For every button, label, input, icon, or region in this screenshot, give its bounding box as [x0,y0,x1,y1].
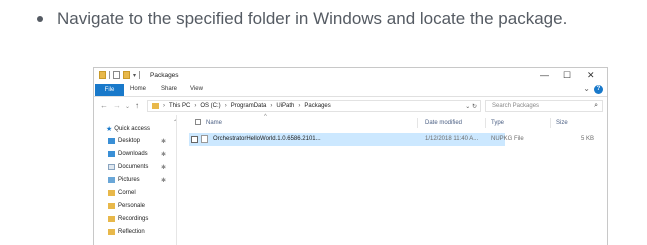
documents-folder-icon [108,164,115,170]
maximize-button[interactable]: ☐ [563,70,571,80]
help-icon[interactable]: ? [594,85,603,94]
file-list: ^ Name Date modified Type Size Orchestra… [179,114,605,245]
table-row[interactable]: OrchestratorHelloWorld.1.0.6586.2101... … [189,133,594,146]
quick-access-toolbar: ▾ [99,71,141,79]
pin-icon[interactable]: ✱ [161,177,166,184]
nav-item-reflection[interactable]: Reflection [108,229,145,235]
sort-arrow-icon: ^ [264,114,267,120]
breadcrumb-separator-icon: › [194,103,197,109]
back-arrow-icon[interactable]: ← [100,101,108,110]
breadcrumb-this-pc[interactable]: This PC [169,103,190,109]
nav-item-cornel[interactable]: Cornel [108,190,136,196]
breadcrumb-separator-icon: › [224,103,227,109]
instruction-bullet: Navigate to the specified folder in Wind… [37,9,567,29]
pin-icon[interactable]: ✱ [161,151,166,158]
ribbon-expand-chevron-icon[interactable]: ⌄ [583,84,590,93]
pin-icon[interactable]: ✱ [161,138,166,145]
file-icon [201,135,208,143]
tab-view[interactable]: View [190,86,203,92]
tab-file[interactable]: File [95,84,124,96]
recent-chevron-icon[interactable]: ⌄ [125,103,130,110]
pictures-folder-icon [108,177,115,183]
ribbon-tabs: File Home Share View ⌄ ? [94,84,607,97]
column-header-date-modified[interactable]: Date modified [425,120,462,126]
breadcrumb-separator-icon: › [298,103,301,109]
file-name: OrchestratorHelloWorld.1.0.6586.2101... [213,136,321,142]
nav-item-personale[interactable]: Personale [108,203,145,209]
nav-scrollbar[interactable] [176,115,177,245]
file-size: 5 KB [581,136,595,142]
close-button[interactable]: ✕ [587,70,595,80]
window-title: Packages [150,72,179,79]
file-type: NUPKG File [491,136,524,142]
bullet-dot [37,16,43,22]
minimize-button[interactable]: — [540,70,549,80]
tab-home[interactable]: Home [130,86,146,92]
pin-icon[interactable]: ✱ [161,164,166,171]
desktop-folder-icon [108,138,115,144]
explorer-window: ▾ Packages — ☐ ✕ File Home Share View ⌄ … [93,67,608,245]
search-placeholder: Search Packages [492,103,540,109]
column-header-name[interactable]: Name [206,120,222,126]
divider [109,71,110,79]
select-all-checkbox[interactable] [195,119,201,125]
nav-item-quick-access[interactable]: ★ Quick access [106,125,150,133]
search-icon: ⌕ [594,102,598,109]
forward-arrow-icon[interactable]: → [113,101,121,110]
nav-item-desktop[interactable]: Desktop [108,138,140,144]
column-divider[interactable] [485,118,486,128]
downloads-folder-icon [108,151,115,157]
nav-item-documents[interactable]: Documents [108,164,148,170]
breadcrumb-separator-icon: › [270,103,273,109]
file-date-modified: 1/12/2018 11:40 A... [425,136,479,142]
folder-icon [108,203,115,209]
search-input[interactable]: Search Packages ⌕ [485,100,603,112]
new-folder-icon[interactable] [123,71,130,79]
folder-icon [99,71,106,79]
navigation-pane: ★ Quick access Desktop ✱ Downloads ✱ Doc… [94,115,174,245]
breadcrumb-os-c[interactable]: OS (C:) [200,103,220,109]
breadcrumb-packages[interactable]: Packages [304,103,330,109]
breadcrumb-uipath[interactable]: UiPath [276,103,294,109]
row-checkbox[interactable] [191,136,198,143]
folder-icon [152,103,159,109]
breadcrumb-programdata[interactable]: ProgramData [231,103,267,109]
breadcrumb-separator-icon: › [163,103,165,109]
up-arrow-icon[interactable]: ↑ [135,101,139,110]
title-bar: ▾ Packages — ☐ ✕ [94,68,607,84]
chevron-down-icon[interactable]: ▾ [133,72,136,79]
address-dropdown-refresh[interactable]: ⌄ ↻ [465,103,477,110]
address-bar-row: ← → ⌄ ↑ › This PC › OS (C:) › ProgramDat… [94,97,607,115]
nav-item-recordings[interactable]: Recordings [108,216,148,222]
nav-item-downloads[interactable]: Downloads [108,151,148,157]
column-header-size[interactable]: Size [556,120,568,126]
divider [139,71,141,79]
breadcrumb: › This PC › OS (C:) › ProgramData › UiPa… [152,103,331,109]
folder-icon [108,229,115,235]
instruction-text: Navigate to the specified folder in Wind… [57,9,568,28]
star-icon: ★ [106,126,113,133]
properties-icon[interactable] [113,71,120,79]
column-divider[interactable] [550,118,551,128]
address-box[interactable]: › This PC › OS (C:) › ProgramData › UiPa… [147,100,481,112]
nav-item-pictures[interactable]: Pictures [108,177,140,183]
folder-icon [108,216,115,222]
tab-share[interactable]: Share [161,86,177,92]
column-divider[interactable] [417,118,418,128]
folder-icon [108,190,115,196]
column-header-type[interactable]: Type [491,120,504,126]
